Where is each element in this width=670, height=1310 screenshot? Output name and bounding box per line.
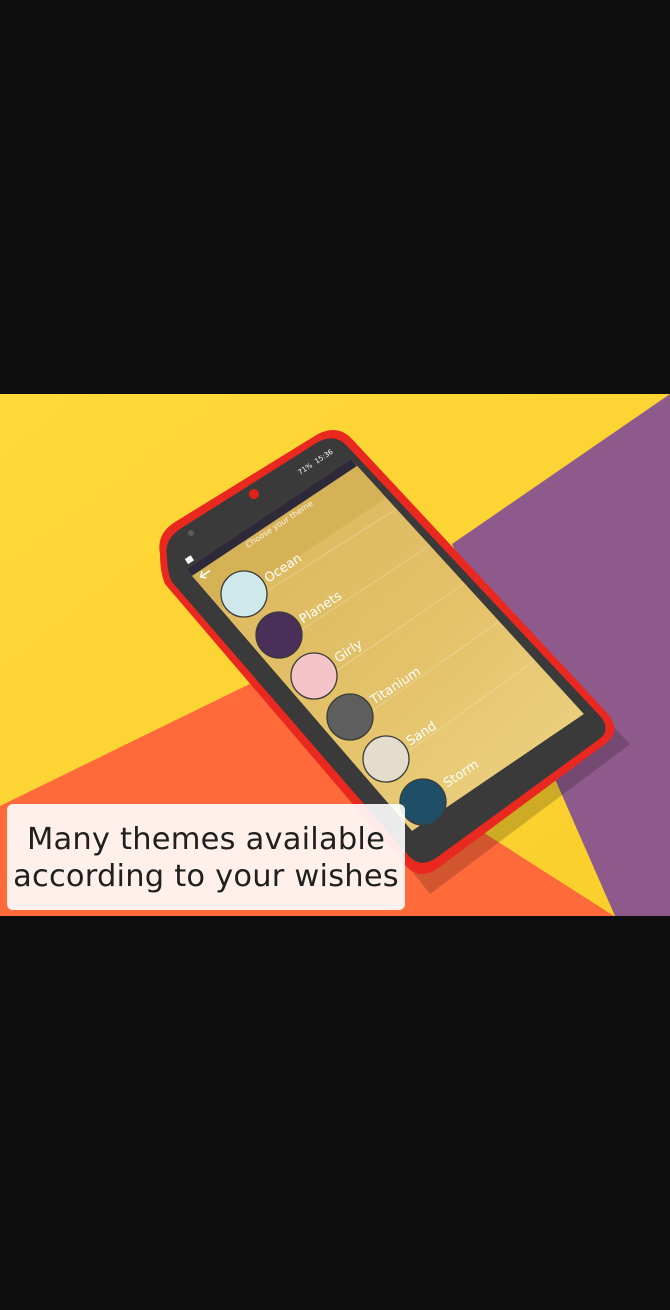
screenshot: 71% 15:36 Choose your theme Ocean Planet… xyxy=(0,0,670,1310)
theme-swatch-girly xyxy=(290,652,338,700)
theme-swatch-ocean xyxy=(220,570,268,618)
theme-swatch-storm xyxy=(399,778,447,826)
theme-swatch-sand xyxy=(362,735,410,783)
theme-swatch-planets xyxy=(255,611,303,659)
theme-swatch-titanium xyxy=(326,693,374,741)
caption-box: Many themes available according to your … xyxy=(7,804,405,910)
caption-line-1: Many themes available xyxy=(26,822,386,857)
front-camera xyxy=(249,489,259,499)
caption-line-2: according to your wishes xyxy=(13,859,399,894)
sensor xyxy=(188,530,194,536)
